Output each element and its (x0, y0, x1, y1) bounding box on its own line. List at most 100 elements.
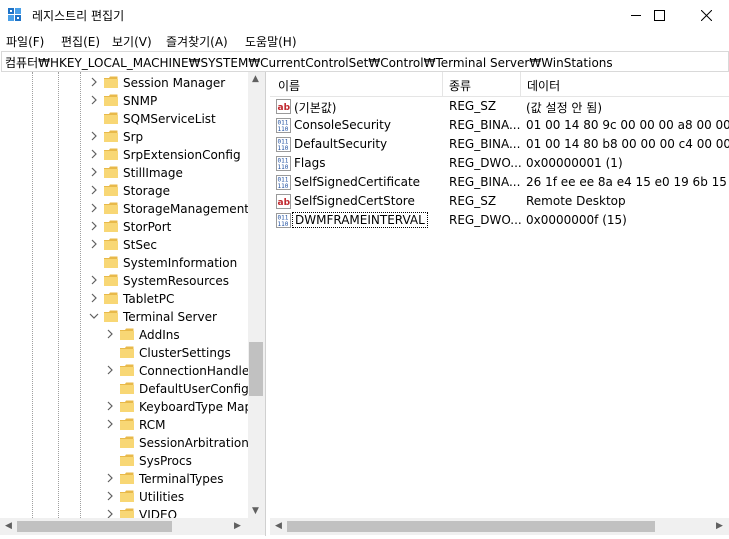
chevron-right-icon[interactable] (89, 291, 99, 305)
value-data: 0x0000000f (15) (526, 213, 627, 227)
tree-item[interactable]: VIDEO (0, 506, 248, 518)
tree-item[interactable]: ClusterSettings (0, 344, 248, 362)
tree-item[interactable]: ConnectionHandler (0, 362, 248, 380)
tree-item[interactable]: SQMServiceList (0, 110, 248, 128)
tree-item[interactable]: KeyboardType Mapping (0, 398, 248, 416)
tree-item[interactable]: StSec (0, 236, 248, 254)
column-header-type[interactable]: 종류 (449, 77, 471, 94)
tree-item[interactable]: TabletPC (0, 290, 248, 308)
chevron-right-icon[interactable] (89, 93, 99, 107)
menu-view[interactable]: 보기(V) (112, 33, 152, 50)
column-header-data[interactable]: 데이터 (527, 77, 560, 94)
tree-item[interactable]: SysProcs (0, 452, 248, 470)
address-path[interactable]: 컴퓨터₩HKEY_LOCAL_MACHINE₩SYSTEM₩CurrentCon… (5, 54, 613, 71)
scroll-right-icon[interactable]: ▶ (716, 521, 723, 531)
chevron-right-icon[interactable] (105, 507, 115, 518)
value-type: REG_BINA... (449, 118, 521, 132)
value-row[interactable]: 011 110 Flags REG_DWO... 0x00000001 (1) (270, 154, 729, 173)
value-data: 01 00 14 80 9c 00 00 00 a8 00 00 0 (526, 118, 729, 132)
tree-horizontal-scroll-thumb[interactable] (17, 521, 172, 532)
chevron-right-icon[interactable] (105, 417, 115, 431)
chevron-right-icon[interactable] (89, 201, 99, 215)
tree-item[interactable]: Storage (0, 182, 248, 200)
list-horizontal-scroll-thumb[interactable] (287, 521, 655, 532)
tree-horizontal-scrollbar[interactable]: ◀ ▶ (0, 518, 265, 535)
folder-icon (120, 454, 134, 466)
value-name: SelfSignedCertStore (294, 194, 415, 208)
tree-item[interactable]: SrpExtensionConfig (0, 146, 248, 164)
scroll-left-icon[interactable]: ◀ (5, 521, 12, 531)
maximize-icon (653, 9, 665, 21)
chevron-right-icon[interactable] (105, 471, 115, 485)
tree-item[interactable]: Srp (0, 128, 248, 146)
chevron-right-icon[interactable] (89, 129, 99, 143)
folder-icon (104, 166, 118, 178)
tree-item[interactable]: AddIns (0, 326, 248, 344)
value-type: REG_SZ (449, 99, 497, 113)
chevron-right-icon[interactable] (105, 363, 115, 377)
key-tree-pane: Session Manager SNMP SQMServiceList Srp SrpE… (0, 72, 266, 536)
tree-item[interactable]: Session Manager (0, 74, 248, 92)
chevron-right-icon[interactable] (89, 237, 99, 251)
value-type: REG_BINA... (449, 175, 521, 189)
tree-item[interactable]: SystemInformation (0, 254, 248, 272)
maximize-button[interactable] (636, 0, 682, 30)
chevron-right-icon[interactable] (105, 327, 115, 341)
menu-favorites[interactable]: 즐겨찾기(A) (166, 33, 228, 50)
chevron-right-icon[interactable] (105, 489, 115, 503)
chevron-down-icon[interactable] (89, 309, 99, 323)
scroll-left-icon[interactable]: ◀ (275, 521, 282, 531)
chevron-right-icon[interactable] (89, 75, 99, 89)
scroll-up-icon[interactable]: ▲ (252, 74, 259, 84)
chevron-right-icon[interactable] (89, 147, 99, 161)
tree-item-label: StorageManagement (123, 202, 248, 216)
chevron-right-icon[interactable] (89, 165, 99, 179)
tree-item-label: RCM (139, 418, 166, 432)
tree-item[interactable]: DefaultUserConfiguration (0, 380, 248, 398)
tree-item[interactable]: TerminalTypes (0, 470, 248, 488)
tree-item[interactable]: StorPort (0, 218, 248, 236)
folder-icon (120, 508, 134, 518)
tree-item[interactable]: StorageManagement (0, 200, 248, 218)
tree-item[interactable]: Utilities (0, 488, 248, 506)
scroll-down-icon[interactable]: ▼ (252, 506, 259, 516)
value-row[interactable]: ab SelfSignedCertStore REG_SZ Remote Deskto… (270, 192, 729, 211)
value-row[interactable]: 011 110 DefaultSecurity REG_BINA... 01 00 14… (270, 135, 729, 154)
chevron-right-icon[interactable] (89, 183, 99, 197)
binary-value-icon: 011110 (276, 118, 291, 133)
value-row[interactable]: 011 110 SelfSignedCertificate REG_BINA... 26… (270, 173, 729, 192)
value-row[interactable]: ab (기본값) REG_SZ (값 설정 안 됨) (270, 97, 729, 116)
chevron-right-icon[interactable] (89, 273, 99, 287)
menu-help[interactable]: 도움말(H) (245, 33, 297, 50)
tree-item-label: Terminal Server (123, 310, 217, 324)
tree-item[interactable]: Terminal Server (0, 308, 248, 326)
chevron-right-icon[interactable] (89, 219, 99, 233)
tree-item[interactable]: StillImage (0, 164, 248, 182)
tree-item-label: AddIns (139, 328, 180, 342)
tree-item[interactable]: RCM (0, 416, 248, 434)
tree-item[interactable]: SessionArbitrationHelper (0, 434, 248, 452)
address-bar[interactable]: 컴퓨터₩HKEY_LOCAL_MACHINE₩SYSTEM₩CurrentCon… (1, 51, 729, 72)
close-button[interactable] (683, 0, 729, 30)
chevron-right-icon[interactable] (105, 399, 115, 413)
tree-item[interactable]: SNMP (0, 92, 248, 110)
folder-icon (120, 382, 134, 394)
column-divider[interactable] (520, 72, 521, 96)
tree-item[interactable]: SystemResources (0, 272, 248, 290)
tree-vertical-scroll-thumb[interactable] (249, 342, 263, 396)
tree-vertical-scrollbar[interactable]: ▲ ▼ (248, 72, 265, 518)
menu-edit[interactable]: 편집(E) (61, 33, 100, 50)
svg-text:110: 110 (278, 126, 289, 133)
value-row[interactable]: 011 110 DWMFRAMEINTERVAL REG_DWO... 0x000000… (270, 211, 729, 230)
list-horizontal-scrollbar[interactable]: ◀ ▶ (270, 518, 729, 535)
column-divider[interactable] (442, 72, 443, 96)
tree-item-label: StSec (123, 238, 157, 252)
value-row[interactable]: 011 110 ConsoleSecurity REG_BINA... 01 00 14… (270, 116, 729, 135)
folder-icon (120, 472, 134, 484)
folder-icon (120, 346, 134, 358)
scroll-right-icon[interactable]: ▶ (234, 521, 241, 531)
menu-file[interactable]: 파일(F) (6, 33, 44, 50)
value-name: Flags (294, 156, 326, 170)
folder-icon (104, 310, 118, 322)
column-header-name[interactable]: 이름 (278, 77, 300, 94)
